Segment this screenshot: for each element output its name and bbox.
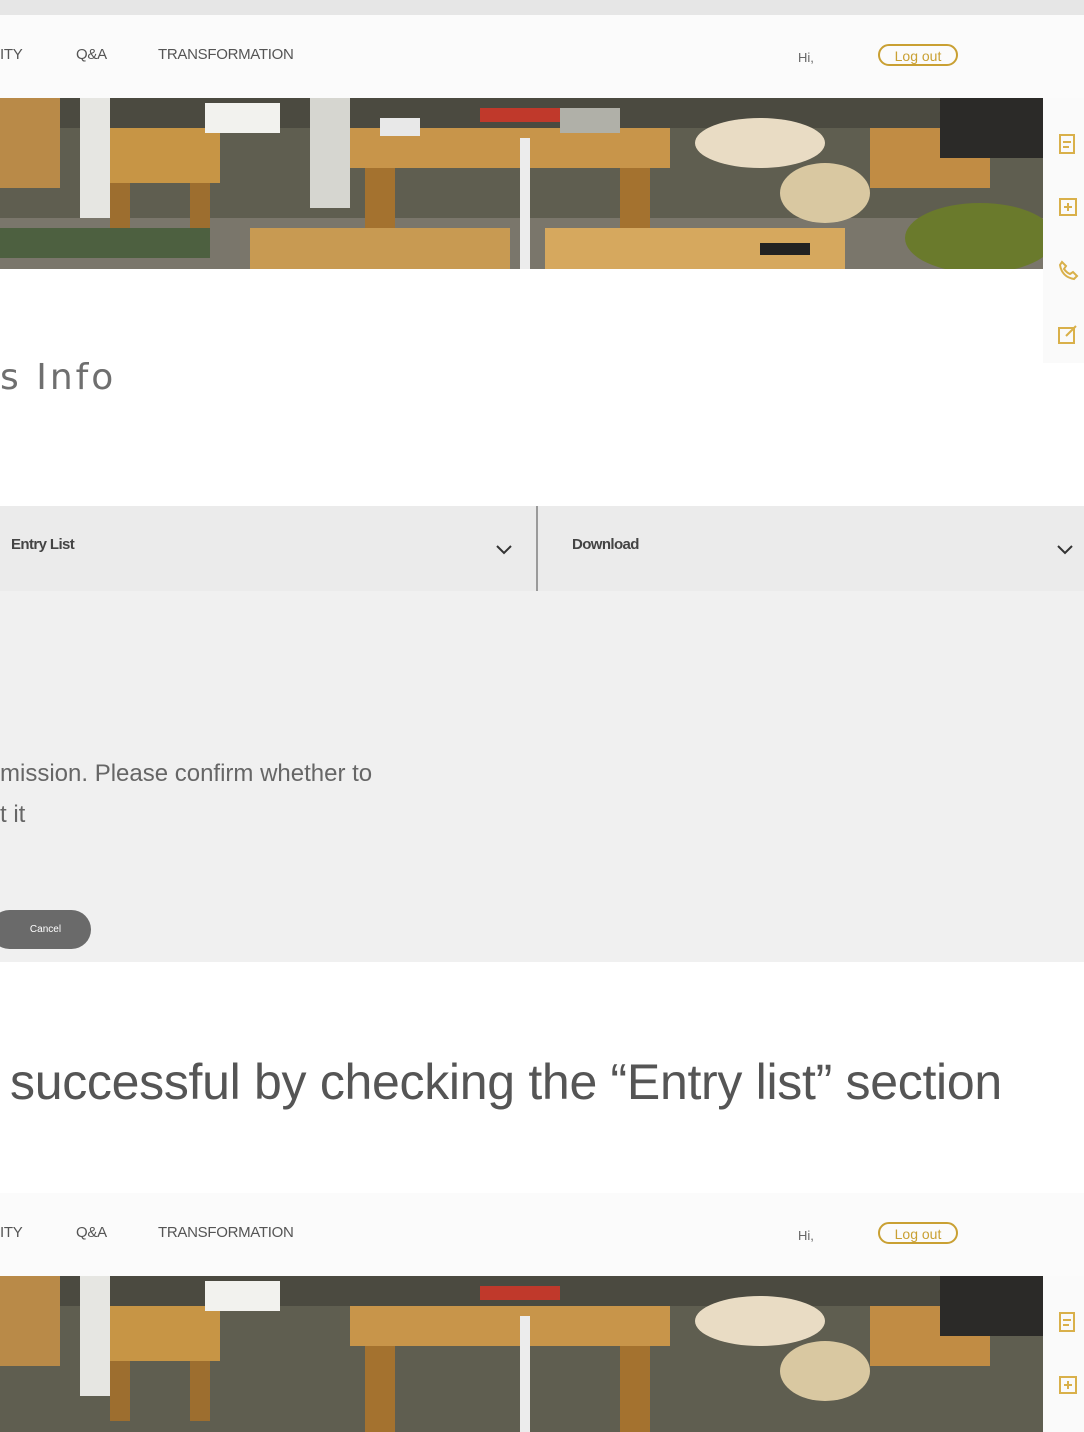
window-top-strip [0, 0, 1084, 15]
nav-item-transformation[interactable]: TRANSFORMATION [158, 1224, 294, 1241]
cancel-button[interactable]: Cancel [0, 910, 91, 949]
nav-item-transformation[interactable]: TRANSFORMATION [158, 46, 294, 63]
nav-item-community[interactable]: ITY [0, 46, 23, 63]
entry-list-label: Entry List [11, 536, 75, 553]
entry-list-dropdown[interactable]: Entry List [0, 506, 536, 591]
hero-banner-second [0, 1276, 1043, 1432]
chat-icon[interactable] [1056, 195, 1080, 219]
download-label: Download [572, 536, 639, 553]
download-dropdown[interactable]: Download [538, 506, 1084, 591]
nav-item-qa[interactable]: Q&A [76, 46, 107, 63]
instruction-caption: successful by checking the “Entry list” … [10, 1054, 1002, 1110]
right-sidebar-second [1043, 1276, 1084, 1432]
page-title: s Info [0, 357, 117, 398]
top-nav-second: ITY Q&A TRANSFORMATION Hi, Log out [0, 1193, 1084, 1276]
chevron-down-icon [1057, 545, 1073, 555]
chat-icon[interactable] [1056, 1373, 1080, 1397]
phone-icon[interactable] [1056, 258, 1080, 282]
hero-banner [0, 98, 1043, 269]
compose-icon[interactable] [1056, 323, 1080, 347]
confirm-message-line1: mission. Please confirm whether to [0, 760, 373, 787]
logout-button[interactable]: Log out [878, 44, 958, 66]
top-nav: ITY Q&A TRANSFORMATION Hi, Log out [0, 15, 1084, 98]
nav-item-qa[interactable]: Q&A [76, 1224, 107, 1241]
confirm-message-line2: t it [0, 801, 26, 828]
chevron-down-icon [496, 545, 512, 555]
logout-button[interactable]: Log out [878, 1222, 958, 1244]
nav-item-community[interactable]: ITY [0, 1224, 23, 1241]
edit-icon[interactable] [1056, 132, 1080, 156]
user-greeting: Hi, [798, 50, 814, 65]
edit-icon[interactable] [1056, 1310, 1080, 1334]
user-greeting: Hi, [798, 1228, 814, 1243]
